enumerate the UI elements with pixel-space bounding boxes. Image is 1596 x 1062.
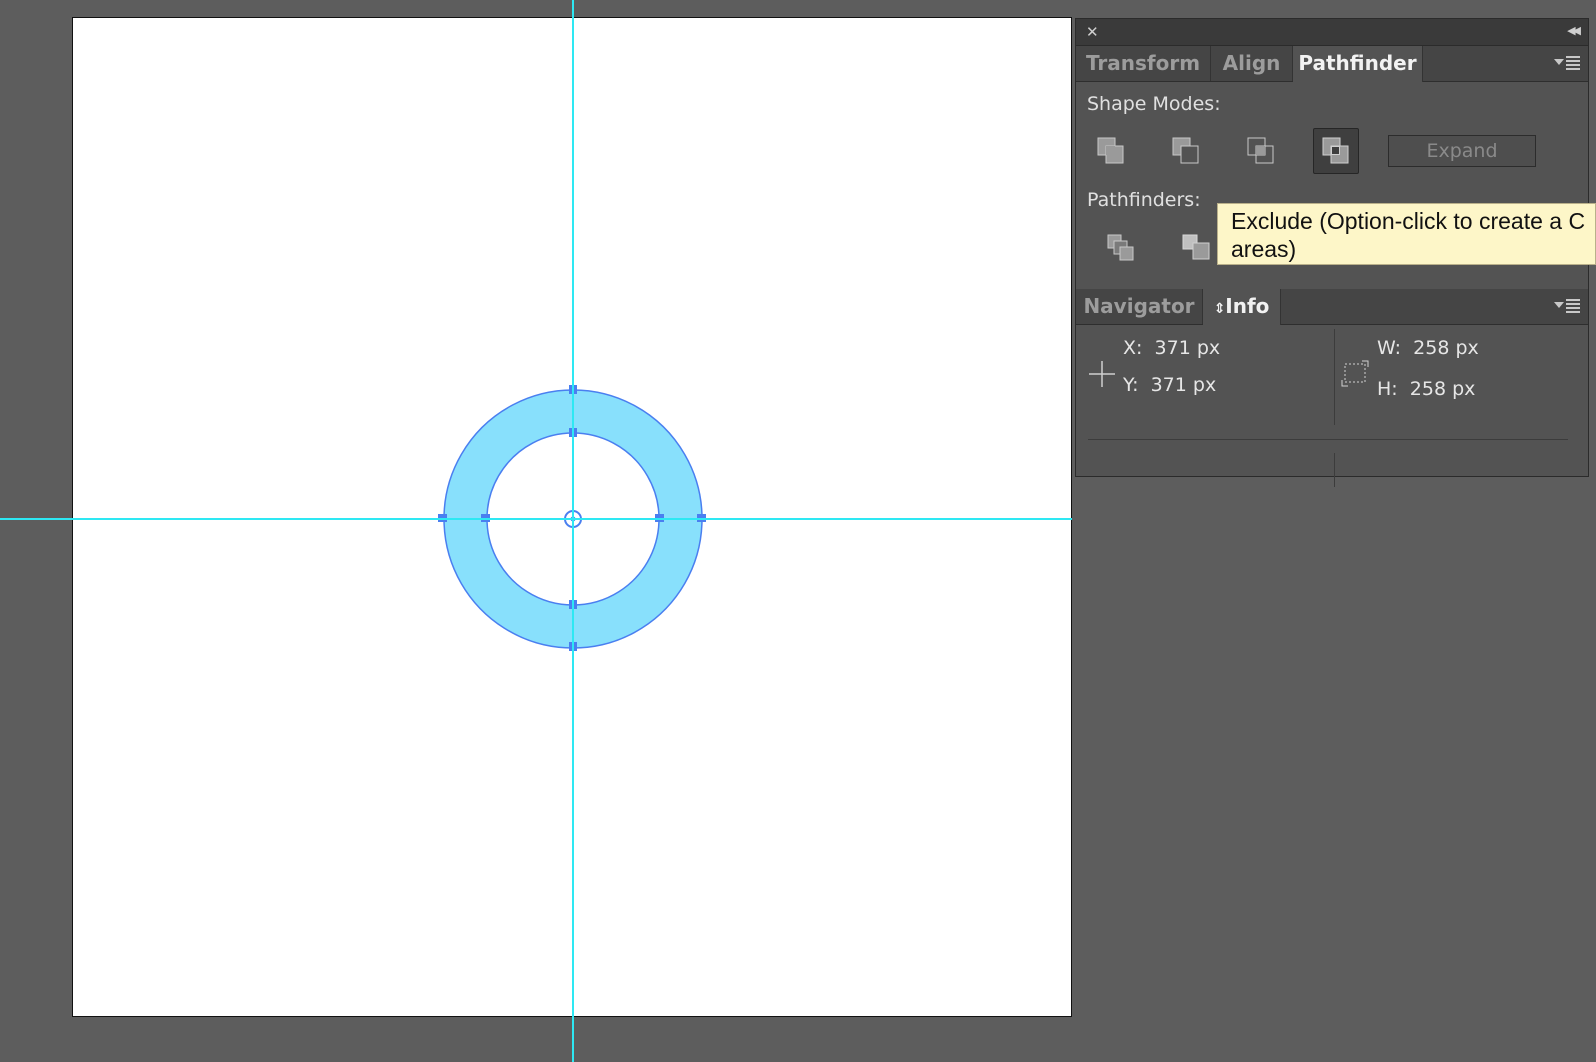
vertical-guide[interactable] [572, 0, 574, 1062]
updown-icon: ⇕ [1213, 301, 1226, 317]
unite-icon [1097, 137, 1124, 164]
trim-button[interactable] [1173, 225, 1219, 271]
tab-transform[interactable]: Transform [1076, 46, 1211, 81]
divide-button[interactable] [1098, 225, 1144, 271]
unite-button[interactable] [1088, 128, 1134, 174]
minus-front-icon [1172, 137, 1199, 164]
h-value: 258 px [1409, 378, 1476, 400]
tab-info[interactable]: ⇕Info [1203, 289, 1281, 325]
tab-info-label: Info [1225, 294, 1270, 318]
y-readout: Y: 371 px [1123, 374, 1216, 396]
dimensions-icon [1341, 360, 1369, 387]
intersect-button[interactable] [1238, 128, 1284, 174]
y-label: Y: [1123, 374, 1139, 396]
panel-menu-icon[interactable] [1554, 56, 1580, 70]
collapse-icon[interactable]: ◀◀ [1567, 24, 1581, 37]
trim-icon [1182, 234, 1210, 260]
x-readout: X: 371 px [1123, 337, 1220, 359]
divider [1334, 329, 1335, 425]
tab-navigator[interactable]: Navigator [1076, 289, 1203, 324]
x-label: X: [1123, 337, 1143, 359]
exclude-icon [1322, 137, 1349, 164]
tab-pathfinder[interactable]: Pathfinder [1293, 46, 1423, 82]
minus-front-button[interactable] [1163, 128, 1209, 174]
info-tab-row: Navigator ⇕Info [1076, 289, 1588, 325]
info-body: X: 371 px Y: 371 px W: 258 px H: 258 px [1076, 325, 1588, 487]
exclude-button[interactable] [1313, 128, 1359, 174]
close-icon[interactable]: ✕ [1086, 23, 1099, 41]
shape-modes-label: Shape Modes: [1087, 93, 1221, 115]
w-readout: W: 258 px [1377, 337, 1479, 359]
expand-button[interactable]: Expand [1388, 135, 1536, 167]
h-label: H: [1377, 378, 1398, 400]
intersect-icon [1247, 137, 1274, 164]
pathfinders-label: Pathfinders: [1087, 189, 1201, 211]
top-tab-row: Transform Align Pathfinder [1076, 46, 1588, 82]
w-label: W: [1377, 337, 1402, 359]
info-panel-menu-icon[interactable] [1554, 299, 1580, 313]
divider [1088, 439, 1568, 440]
h-readout: H: 258 px [1377, 378, 1475, 400]
y-value: 371 px [1150, 374, 1217, 396]
panel-titlebar[interactable]: ✕ ◀◀ [1076, 19, 1588, 46]
divider [1334, 453, 1335, 487]
exclude-tooltip: Exclude (Option-click to create a C area… [1217, 203, 1596, 265]
w-value: 258 px [1413, 337, 1479, 359]
divide-icon [1107, 234, 1134, 261]
tab-align[interactable]: Align [1211, 46, 1293, 81]
horizontal-guide[interactable] [0, 518, 1072, 520]
crosshair-icon [1089, 361, 1115, 387]
x-value: 371 px [1154, 337, 1221, 359]
canvas-shape-layer [438, 385, 706, 651]
